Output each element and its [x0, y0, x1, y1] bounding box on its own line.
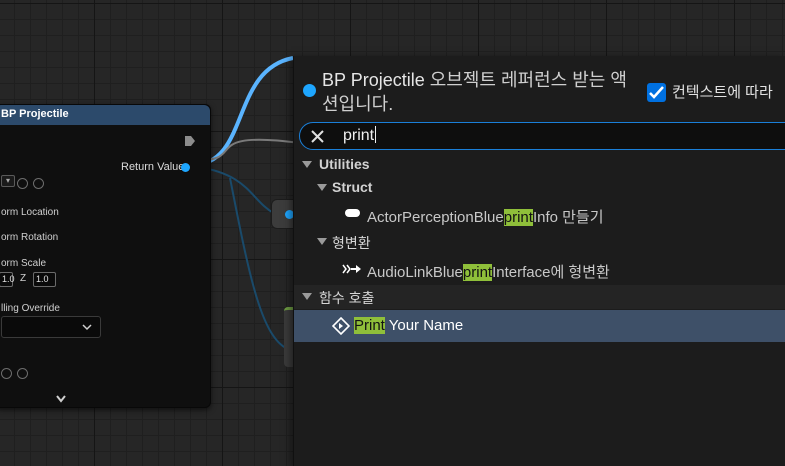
context-sensitive-checkbox[interactable]	[647, 83, 666, 102]
collapse-arrow-icon	[302, 293, 312, 300]
scale-z-axis-label: Z	[20, 273, 27, 284]
collapse-arrow-icon	[302, 161, 312, 168]
owner-use-selected-icon[interactable]	[1, 368, 12, 379]
menu-title-class: BP Projectile	[322, 70, 425, 90]
collision-handling-dropdown[interactable]	[1, 316, 101, 338]
node-title: BP Projectile	[0, 105, 210, 125]
chevron-down-icon	[82, 324, 92, 331]
class-dropdown-arrow[interactable]: ▾	[1, 175, 15, 187]
struct-icon	[345, 209, 360, 217]
exec-output-pin[interactable]	[184, 135, 196, 147]
action-label: AudioLinkBlueprintInterface에 형변환	[367, 264, 610, 281]
pin-spawn-scale: orm Scale	[1, 258, 47, 269]
action-label: Print Your Name	[354, 317, 464, 334]
action-label: ActorPerceptionBlueprintInfo 만들기	[367, 209, 604, 226]
checkmark-icon	[649, 86, 664, 99]
pin-collision-override: lling Override	[1, 303, 60, 314]
collapse-arrow-icon	[317, 238, 327, 245]
action-context-menu: BP Projectile 오브젝트 레퍼런스 받는 액션입니다. 컨텍스트에 …	[293, 56, 785, 466]
category-utilities[interactable]: Utilities	[294, 154, 785, 178]
scale-z-field[interactable]: 1.0	[33, 272, 56, 287]
action-item-cast-to-interface[interactable]: AudioLinkBlueprintInterface에 형변환	[294, 258, 785, 282]
function-icon	[332, 317, 350, 335]
pin-spawn-rotation: orm Rotation	[1, 232, 59, 243]
return-value-pin[interactable]	[181, 163, 190, 172]
browse-icon[interactable]	[33, 178, 44, 189]
collapse-arrow-icon	[317, 184, 327, 191]
category-cast[interactable]: 형변환	[294, 231, 785, 255]
category-struct[interactable]: Struct	[294, 177, 785, 201]
object-pin-type-icon	[303, 84, 316, 97]
use-selected-icon[interactable]	[17, 178, 28, 189]
scale-y-field[interactable]: 1.0	[0, 272, 15, 287]
category-label: Utilities	[319, 156, 370, 172]
pin-spawn-location: orm Location	[1, 207, 59, 218]
menu-title: BP Projectile 오브젝트 레퍼런스 받는 액션입니다.	[322, 68, 642, 116]
owner-browse-icon[interactable]	[17, 368, 28, 379]
search-input[interactable]: print	[299, 122, 785, 150]
action-item-print-your-name[interactable]: Print Your Name	[294, 310, 785, 342]
search-value: print	[343, 127, 375, 144]
category-function-call[interactable]: 함수 호출	[294, 285, 785, 309]
spawn-actor-node[interactable]: BP Projectile Return Value ▾ orm Locatio…	[0, 104, 211, 408]
category-label: 함수 호출	[319, 290, 375, 306]
action-item-make-perception-info[interactable]: ActorPerceptionBlueprintInfo 만들기	[294, 203, 785, 227]
context-sensitive-label: 컨텍스트에 따라	[672, 84, 773, 101]
clear-search-icon[interactable]	[310, 129, 325, 144]
category-label: 형변환	[332, 235, 371, 251]
cast-arrow-icon	[342, 264, 361, 274]
expand-node-chevron-icon[interactable]	[55, 394, 67, 404]
return-value-label: Return Value	[121, 161, 185, 173]
category-label: Struct	[332, 179, 373, 195]
